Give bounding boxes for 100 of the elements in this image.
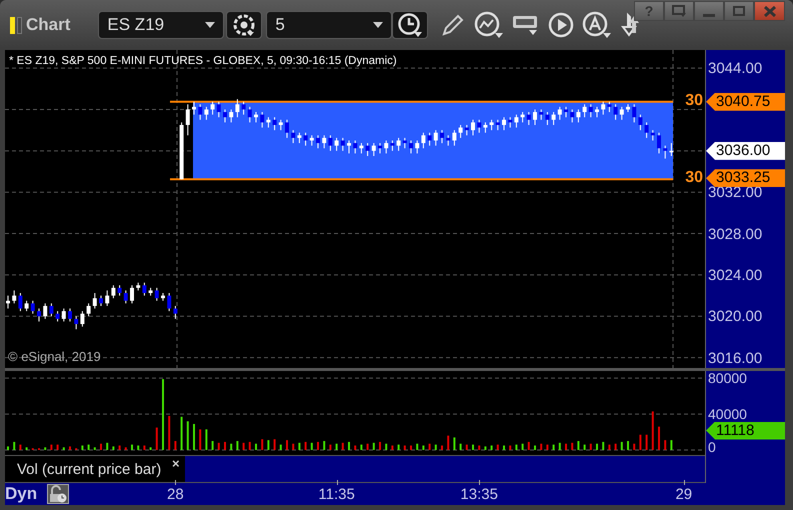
window-menu-button[interactable]: [664, 1, 694, 21]
circle-a-icon[interactable]: [582, 11, 612, 39]
candlestick: [638, 114, 642, 131]
candlestick: [62, 308, 66, 322]
volume-bar: [391, 446, 394, 450]
volume-bar: [106, 442, 108, 450]
price-range-box[interactable]: [170, 100, 673, 180]
clock-icon: [397, 12, 424, 38]
line-chart-icon[interactable]: [474, 11, 504, 39]
candlestick: [663, 145, 668, 160]
volume-bar: [143, 446, 146, 450]
symbol-dropdown[interactable]: ES Z19: [98, 11, 224, 39]
volume-bar: [571, 442, 574, 450]
candlestick: [204, 106, 208, 120]
candlestick: [409, 140, 413, 154]
mode-label: Dyn: [5, 484, 38, 504]
candlestick: [291, 130, 296, 144]
volume-bar: [112, 446, 114, 450]
volume-bar: [614, 444, 617, 450]
candlestick: [6, 295, 10, 310]
close-icon: [764, 6, 776, 16]
volume-bar: [385, 444, 388, 450]
candlestick: [285, 119, 289, 138]
volume-bar: [460, 444, 462, 450]
candlestick: [74, 316, 78, 330]
volume-bar: [44, 447, 46, 450]
candlestick: [111, 284, 116, 299]
candlestick: [620, 106, 624, 120]
time-button[interactable]: [392, 11, 428, 39]
candlestick: [372, 142, 376, 156]
volume-bar: [366, 444, 369, 450]
chart-title: * ES Z19, S&P 500 E-MINI FUTURES - GLOBEX, 5, 09:30-16:15 (Dynamic): [9, 55, 397, 67]
volume-bar: [124, 447, 127, 450]
candlestick: [68, 308, 72, 322]
candlestick: [43, 302, 48, 320]
candlestick: [502, 116, 506, 131]
price-axis-label: 3016.00: [708, 350, 762, 367]
candlestick: [378, 142, 382, 154]
candlestick: [266, 116, 270, 128]
volume-bar: [540, 444, 542, 450]
volume-bar: [310, 442, 313, 450]
volume-bar: [528, 442, 530, 450]
price-axis-label: 3032.00: [708, 185, 762, 202]
window-title: Chart: [26, 15, 70, 35]
candlestick: [80, 310, 84, 328]
volume-bar: [558, 442, 561, 450]
candlestick: [56, 310, 60, 322]
candlestick: [154, 287, 159, 302]
play-icon[interactable]: [548, 12, 574, 38]
volume-bar: [398, 444, 400, 450]
gear-icon: [232, 13, 256, 37]
volume-bar: [354, 446, 356, 450]
candlestick: [477, 119, 482, 134]
settings-button[interactable]: [226, 11, 262, 39]
volume-bar: [137, 446, 140, 450]
candlestick: [576, 108, 580, 123]
candlestick: [229, 108, 234, 123]
candlestick: [558, 106, 562, 120]
volume-bar: [168, 416, 170, 450]
volume-bar: [546, 444, 548, 450]
volume-bar: [447, 436, 450, 450]
volume-bar: [602, 442, 604, 450]
time-axis-label: 11:35: [318, 486, 355, 503]
candlestick: [490, 119, 494, 131]
candlestick: [384, 140, 388, 154]
lock-button[interactable]: [47, 484, 69, 504]
price-axis-label: 3044.00: [708, 61, 762, 78]
minimize-icon: [703, 14, 715, 16]
candlestick: [434, 130, 438, 146]
candlestick: [421, 132, 426, 149]
close-button[interactable]: [754, 1, 785, 21]
volume-bar: [484, 446, 486, 450]
candlestick: [235, 98, 240, 118]
candlestick: [644, 122, 649, 138]
candlestick: [192, 101, 196, 116]
volume-bar: [670, 440, 672, 450]
study-close-button[interactable]: ×: [172, 456, 180, 471]
candlestick: [415, 140, 420, 154]
maximize-button[interactable]: [724, 1, 754, 21]
candlestick: [210, 101, 215, 116]
volume-bar: [329, 444, 332, 450]
candlestick: [669, 142, 674, 156]
candlestick: [650, 130, 655, 141]
candlestick: [92, 292, 97, 310]
candlestick: [86, 302, 91, 317]
price-line-label: 30: [685, 92, 703, 110]
volume-bar: [522, 444, 524, 450]
volume-bar: [434, 444, 437, 450]
volume-bar: [342, 442, 344, 450]
volume-bar: [242, 442, 245, 450]
volume-bar: [26, 447, 28, 450]
minimize-button[interactable]: [694, 1, 724, 21]
study-name: Vol (current price bar): [17, 461, 162, 478]
candlestick: [545, 112, 550, 126]
volume-bar: [88, 444, 90, 450]
volume-bar: [248, 442, 251, 450]
interval-dropdown[interactable]: 5: [266, 11, 392, 39]
volume-bar: [280, 444, 282, 450]
candlestick: [49, 302, 54, 317]
candlestick: [105, 290, 110, 306]
